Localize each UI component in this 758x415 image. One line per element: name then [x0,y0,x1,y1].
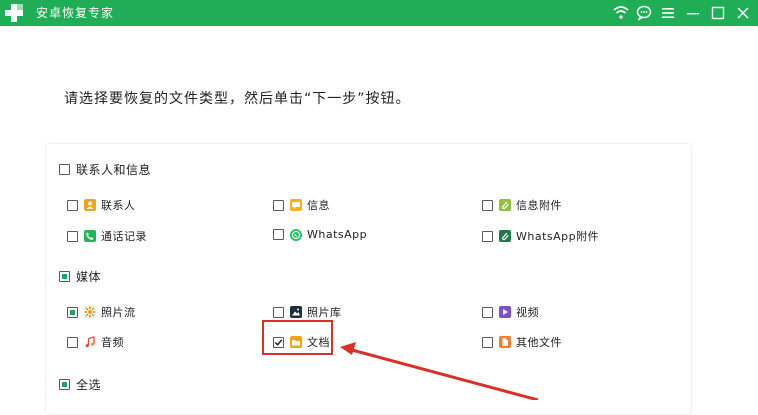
other-files-checkbox[interactable] [482,336,493,348]
option-messages[interactable]: 信息 [273,197,330,213]
video-icon [499,306,511,318]
title-bar: 安卓恢复专家 [0,0,758,26]
option-photo-library[interactable]: 照片库 [273,304,342,320]
chat-icon[interactable] [634,3,654,23]
app-title: 安卓恢复专家 [36,6,115,20]
close-icon[interactable] [733,3,753,23]
group-contacts-messages[interactable]: 联系人和信息 [59,161,151,178]
group-media-checkbox[interactable] [59,271,70,282]
photo-library-label: 照片库 [307,306,342,319]
other-files-icon [499,336,511,348]
maximize-icon[interactable] [708,3,728,23]
menu-icon[interactable] [658,3,678,23]
message-attachments-label: 信息附件 [516,199,562,212]
audio-label: 音频 [101,336,124,349]
wifi-icon[interactable] [611,3,631,23]
photo-library-checkbox[interactable] [273,306,284,318]
whatsapp-attachments-checkbox[interactable] [482,230,493,242]
option-whatsapp-attachments[interactable]: WhatsApp附件 [482,228,599,244]
minimize-icon[interactable] [683,3,703,23]
contacts-label: 联系人 [101,199,136,212]
instruction-text: 请选择要恢复的文件类型，然后单击“下一步”按钮。 [64,91,411,107]
whatsapp-icon [290,228,302,241]
app-logo-icon [5,4,23,22]
option-other-files[interactable]: 其他文件 [482,334,562,350]
whatsapp-label: WhatsApp [307,228,368,241]
video-checkbox[interactable] [482,306,493,318]
messages-label: 信息 [307,199,330,212]
select-all[interactable]: 全选 [59,376,101,393]
photo-stream-label: 照片流 [101,306,136,319]
call-log-icon [84,230,96,242]
audio-icon [84,336,96,348]
photo-stream-icon [84,306,96,318]
messages-checkbox[interactable] [273,199,284,211]
photo-stream-checkbox[interactable] [67,306,78,318]
group-media-label: 媒体 [76,270,102,284]
option-video[interactable]: 视频 [482,304,539,320]
select-all-label: 全选 [76,378,102,392]
group-contacts-label: 联系人和信息 [76,163,152,177]
other-files-label: 其他文件 [516,336,562,349]
message-attachments-checkbox[interactable] [482,199,493,211]
whatsapp-attachment-icon [499,230,511,242]
option-call-log[interactable]: 通话记录 [67,228,147,244]
audio-checkbox[interactable] [67,336,78,348]
option-photo-stream[interactable]: 照片流 [67,304,136,320]
whatsapp-checkbox[interactable] [273,229,284,240]
option-whatsapp[interactable]: WhatsApp [273,228,367,241]
call-log-label: 通话记录 [101,230,147,243]
file-type-panel [45,143,692,415]
contacts-checkbox[interactable] [67,199,78,211]
video-label: 视频 [516,306,539,319]
documents-highlight-box [262,320,333,355]
contacts-icon [84,199,96,211]
option-audio[interactable]: 音频 [67,334,124,350]
option-message-attachments[interactable]: 信息附件 [482,197,562,213]
call-log-checkbox[interactable] [67,230,78,242]
group-contacts-checkbox[interactable] [59,164,70,175]
option-contacts[interactable]: 联系人 [67,197,136,213]
group-media[interactable]: 媒体 [59,268,101,285]
attachment-icon [499,199,511,211]
photo-library-icon [290,306,302,318]
message-icon [290,199,302,211]
whatsapp-attachments-label: WhatsApp附件 [516,230,600,243]
select-all-checkbox[interactable] [59,379,70,390]
